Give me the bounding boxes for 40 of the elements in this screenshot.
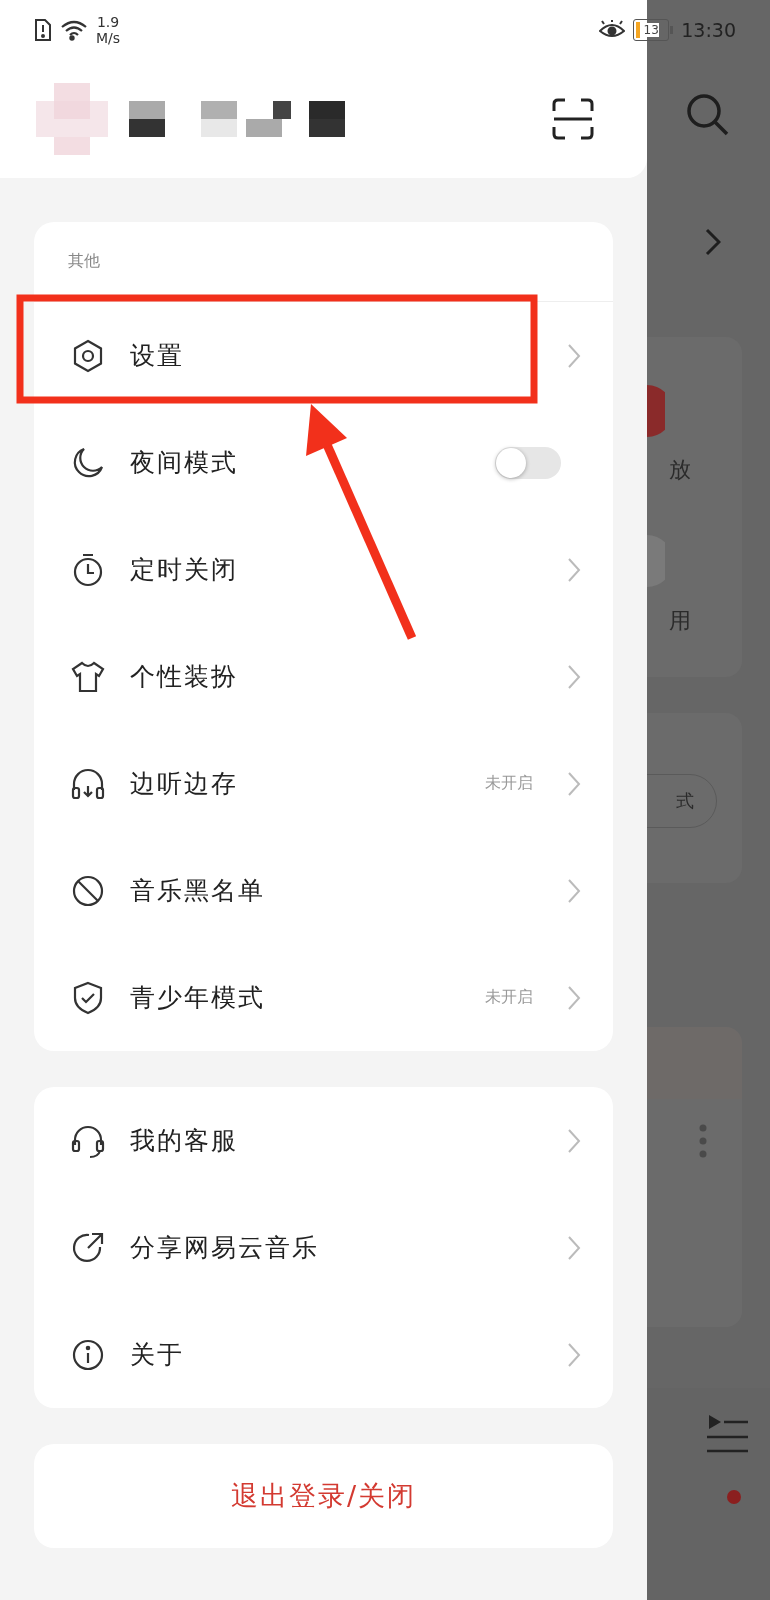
section-title: 其他 <box>34 222 613 302</box>
eye-icon <box>599 20 626 40</box>
scan-icon[interactable] <box>551 97 595 141</box>
more-vertical-icon[interactable] <box>699 1124 707 1158</box>
menu-item[interactable]: 关于 <box>34 1301 613 1408</box>
app-icon <box>647 535 665 587</box>
chevron-right-icon <box>567 984 581 1011</box>
pixelated-avatar-drawing <box>36 83 108 155</box>
toggle-switch[interactable] <box>495 446 561 479</box>
menu-item[interactable]: 边听边存 未开启 <box>34 730 613 837</box>
chevron-right-icon <box>567 1127 581 1154</box>
chevron-right-icon[interactable] <box>705 228 721 256</box>
app-icon <box>647 385 665 437</box>
background-text: 放 <box>669 456 691 484</box>
search-icon[interactable] <box>685 92 731 138</box>
chevron-right-icon <box>567 770 581 797</box>
status-text: 未开启 <box>485 987 533 1008</box>
speed-unit: M/s <box>96 30 121 46</box>
wifi-icon <box>60 19 88 41</box>
background-text: 用 <box>669 607 691 635</box>
clock-time: 13:30 <box>681 19 736 41</box>
logout-button[interactable]: 退出登录/关闭 <box>34 1444 613 1548</box>
menu-item[interactable]: 个性装扮 <box>34 623 613 730</box>
network-speed: 1.9 <box>96 14 120 30</box>
sim-alert-icon <box>34 18 52 42</box>
chevron-right-icon <box>567 556 581 583</box>
menu-item[interactable]: 分享网易云音乐 <box>34 1194 613 1301</box>
menu-item[interactable]: 音乐黑名单 <box>34 837 613 944</box>
menu-item[interactable]: 定时关闭 <box>34 516 613 623</box>
status-text: 未开启 <box>485 773 533 794</box>
chevron-right-icon <box>567 663 581 690</box>
playlist-icon[interactable] <box>707 1413 749 1453</box>
menu-item[interactable]: 青少年模式 未开启 <box>34 944 613 1051</box>
chevron-right-icon <box>567 877 581 904</box>
chevron-right-icon <box>567 1341 581 1368</box>
chevron-right-icon <box>567 342 581 369</box>
chevron-right-icon <box>567 1234 581 1261</box>
menu-item[interactable]: 设置 <box>34 302 613 409</box>
menu-item[interactable]: 夜间模式 <box>34 409 613 516</box>
menu-item[interactable]: 我的客服 <box>34 1087 613 1194</box>
